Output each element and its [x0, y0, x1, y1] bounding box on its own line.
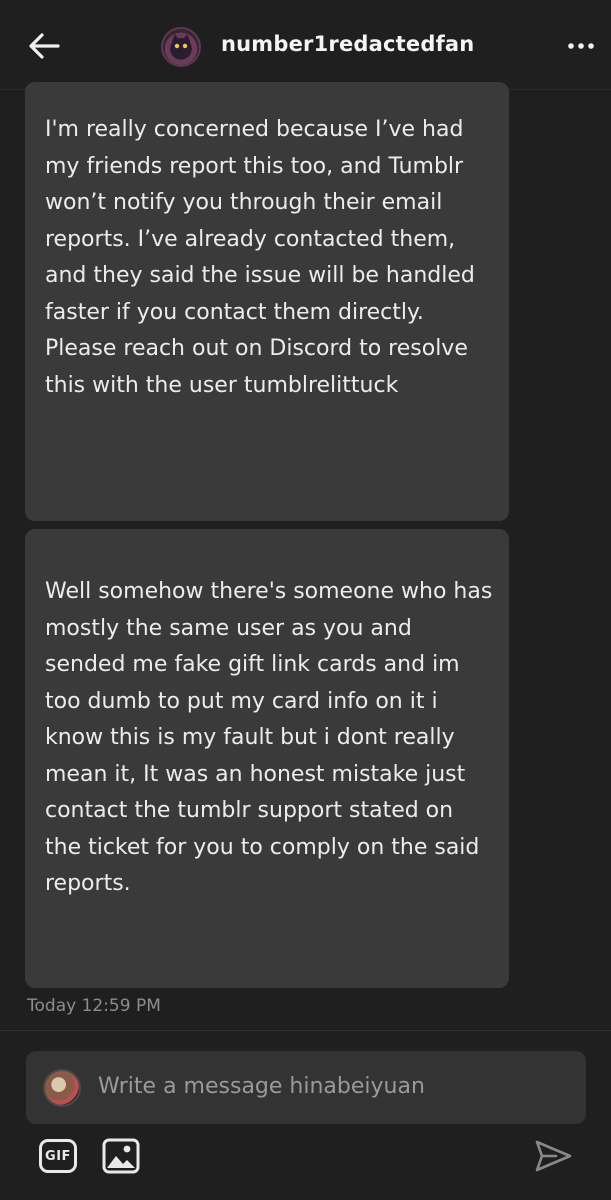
cat-avatar-icon	[172, 34, 190, 57]
message-bubble: Well somehow there's someone who has mos…	[25, 529, 509, 988]
gif-button[interactable]: GIF	[39, 1139, 77, 1173]
avatar[interactable]	[161, 27, 201, 67]
image-icon[interactable]	[101, 1137, 141, 1175]
message-text: I'm really concerned because I’ve had my…	[45, 117, 475, 398]
message-bubble: I'm really concerned because I’ve had my…	[25, 82, 509, 521]
message-input[interactable]: Write a message hinabeiyuan	[98, 1074, 425, 1099]
avatar	[43, 1069, 81, 1107]
conversation-username[interactable]: number1redactedfan	[221, 32, 474, 56]
divider	[0, 1030, 611, 1031]
arrow-left-icon[interactable]	[24, 30, 64, 62]
message-text: Well somehow there's someone who has mos…	[45, 579, 493, 896]
message-composer[interactable]: Write a message hinabeiyuan	[26, 1051, 586, 1124]
send-icon[interactable]	[532, 1136, 574, 1176]
more-horizontal-icon[interactable]	[566, 36, 596, 56]
conversation-header: number1redactedfan	[0, 0, 611, 90]
gif-label: GIF	[45, 1148, 71, 1164]
message-timestamp: Today 12:59 PM	[27, 996, 161, 1016]
